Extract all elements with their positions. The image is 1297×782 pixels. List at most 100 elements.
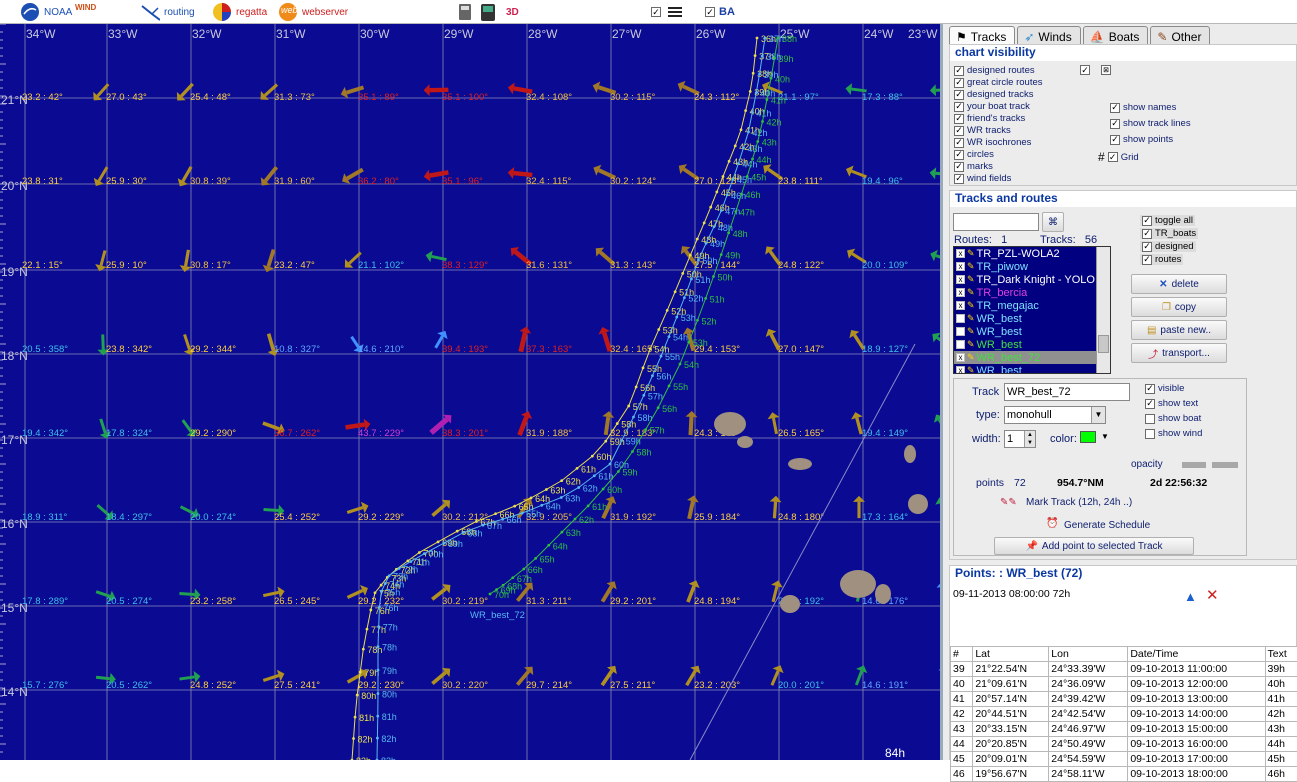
chevron-down-icon[interactable]: ▼ bbox=[1091, 407, 1105, 423]
vis-extra-checkbox[interactable] bbox=[1080, 65, 1090, 75]
display-checkbox[interactable] bbox=[1110, 135, 1120, 145]
track-list-scrollbar[interactable] bbox=[1096, 247, 1110, 374]
visibility-checkbox[interactable] bbox=[954, 174, 964, 184]
track-option-checkbox[interactable] bbox=[1145, 399, 1155, 409]
wind-button[interactable]: WIND bbox=[75, 0, 96, 24]
binoculars-button[interactable]: ⌘ bbox=[1042, 212, 1064, 232]
table-row[interactable]: 4220°44.51'N24°42.54'W09-10-2013 14:00:0… bbox=[951, 707, 1297, 722]
chart-canvas[interactable]: 34°W33°W32°W31°W30°W29°W28°W27°W26°W25°W… bbox=[0, 24, 940, 760]
list-toggle-checkbox[interactable] bbox=[1142, 229, 1152, 239]
table-row[interactable]: 4021°09.61'N24°36.09'W09-10-2013 12:00:0… bbox=[951, 677, 1297, 692]
table-row[interactable]: 4520°09.01'N24°54.59'W09-10-2013 17:00:0… bbox=[951, 752, 1297, 767]
visibility-checkbox[interactable] bbox=[954, 78, 964, 88]
routing-button[interactable]: routing bbox=[140, 0, 195, 24]
table-row[interactable]: 3921°22.54'N24°33.39'W09-10-2013 11:00:0… bbox=[951, 662, 1297, 677]
visibility-option[interactable]: wind fields bbox=[954, 173, 1011, 184]
display-checkbox[interactable] bbox=[1110, 119, 1120, 129]
visibility-checkbox[interactable] bbox=[954, 126, 964, 136]
track-list-item[interactable]: ✎WR_best bbox=[954, 325, 1110, 338]
tab-winds[interactable]: ➶Winds bbox=[1017, 26, 1080, 46]
track-option[interactable]: show wind bbox=[1145, 428, 1202, 439]
points-column-header[interactable]: Lon bbox=[1049, 647, 1128, 662]
color-dropdown-icon[interactable]: ▼ bbox=[1101, 432, 1109, 441]
tab-other[interactable]: ✎Other bbox=[1150, 26, 1210, 46]
track-visible-checkbox[interactable]: x bbox=[956, 301, 965, 310]
noaa-button[interactable]: NOAA bbox=[20, 0, 72, 24]
track-list-item[interactable]: x✎WR_best_72 bbox=[954, 351, 1110, 364]
list-toggle-checkbox[interactable] bbox=[1142, 255, 1152, 265]
list-toggle[interactable]: TR_boats bbox=[1140, 228, 1198, 239]
visibility-checkbox[interactable] bbox=[954, 66, 964, 76]
track-visible-checkbox[interactable] bbox=[956, 340, 965, 349]
points-column-header[interactable]: Date/Time bbox=[1128, 647, 1265, 662]
transport-button[interactable]: ⤴ transport... bbox=[1131, 343, 1227, 363]
track-search-input[interactable] bbox=[953, 213, 1039, 231]
track-visible-checkbox[interactable] bbox=[956, 327, 965, 336]
track-option-checkbox[interactable] bbox=[1145, 429, 1155, 439]
visibility-checkbox[interactable] bbox=[954, 138, 964, 148]
ba-checkbox[interactable] bbox=[705, 7, 715, 17]
calculator-button[interactable] bbox=[455, 0, 475, 24]
visibility-option[interactable]: friend's tracks bbox=[954, 113, 1025, 124]
visibility-option[interactable]: designed tracks bbox=[954, 89, 1034, 100]
regatta-button[interactable]: regatta bbox=[212, 0, 267, 24]
display-option[interactable]: show track lines bbox=[1110, 118, 1191, 129]
display-checkbox[interactable] bbox=[1108, 152, 1118, 162]
tab-boats[interactable]: ⛵Boats bbox=[1083, 26, 1149, 46]
track-visible-checkbox[interactable]: x bbox=[956, 249, 965, 258]
opacity-slider-b[interactable] bbox=[1212, 462, 1238, 468]
visibility-option[interactable]: great circle routes bbox=[954, 77, 1043, 88]
track-list-item[interactable]: x✎TR_bercia bbox=[954, 286, 1110, 299]
display-option[interactable]: show points bbox=[1110, 134, 1173, 145]
track-option-checkbox[interactable] bbox=[1145, 414, 1155, 424]
list-toggle-checkbox[interactable] bbox=[1142, 216, 1152, 226]
display-option[interactable]: show names bbox=[1110, 102, 1176, 113]
stepper-arrows-icon[interactable]: ▲▼ bbox=[1024, 431, 1035, 447]
delete-button[interactable]: ✕ delete bbox=[1131, 274, 1227, 294]
move-up-icon[interactable]: ▲ bbox=[1184, 589, 1197, 604]
generate-schedule-button[interactable]: ⏰ Generate Schedule bbox=[1064, 520, 1150, 531]
track-visible-checkbox[interactable]: x bbox=[956, 288, 965, 297]
track-list[interactable]: x✎TR_PZL-WOLA2x✎TR_piwowx✎TR_Dark Knight… bbox=[953, 246, 1111, 374]
opacity-slider-a[interactable] bbox=[1182, 462, 1206, 468]
track-list-item[interactable]: x✎TR_PZL-WOLA2 bbox=[954, 247, 1110, 260]
track-name-input[interactable]: WR_best_72 bbox=[1004, 383, 1130, 401]
list-toggle[interactable]: toggle all bbox=[1140, 215, 1195, 226]
points-column-header[interactable]: # bbox=[951, 647, 973, 662]
visibility-option[interactable]: WR tracks bbox=[954, 125, 1011, 136]
chart-map[interactable]: 34°W33°W32°W31°W30°W29°W28°W27°W26°W25°W… bbox=[0, 24, 940, 760]
scroll-thumb[interactable] bbox=[1098, 335, 1109, 353]
gps-button[interactable] bbox=[478, 0, 498, 24]
track-list-item[interactable]: x✎WR_best bbox=[954, 364, 1110, 374]
visibility-option[interactable]: WR isochrones bbox=[954, 137, 1031, 148]
points-column-header[interactable]: Lat bbox=[973, 647, 1049, 662]
ba-toggle[interactable]: BA bbox=[705, 0, 735, 24]
track-list-item[interactable]: ✎WR_best bbox=[954, 312, 1110, 325]
visibility-checkbox[interactable] bbox=[954, 102, 964, 112]
display-checkbox[interactable] bbox=[1110, 103, 1120, 113]
visibility-option[interactable]: designed routes bbox=[954, 65, 1035, 76]
track-visible-checkbox[interactable]: x bbox=[956, 262, 965, 271]
add-point-button[interactable]: 📌 Add point to selected Track bbox=[994, 537, 1194, 555]
track-list-item[interactable]: x✎TR_megajac bbox=[954, 299, 1110, 312]
layers-checkbox[interactable] bbox=[651, 7, 661, 17]
track-option[interactable]: visible bbox=[1145, 383, 1184, 394]
table-row[interactable]: 4120°57.14'N24°39.42'W09-10-2013 13:00:0… bbox=[951, 692, 1297, 707]
delete-point-icon[interactable]: ✕ bbox=[1206, 586, 1219, 604]
track-list-item[interactable]: x✎TR_piwow bbox=[954, 260, 1110, 273]
paste-button[interactable]: ▤ paste new.. bbox=[1131, 320, 1227, 340]
track-option-checkbox[interactable] bbox=[1145, 384, 1155, 394]
webserver-button[interactable]: web webserver bbox=[278, 0, 348, 24]
copy-button[interactable]: ❐ copy bbox=[1131, 297, 1227, 317]
vis-extra-grid-checkbox[interactable]: ⊠ bbox=[1101, 65, 1111, 75]
track-visible-checkbox[interactable]: x bbox=[956, 353, 965, 362]
track-visible-checkbox[interactable] bbox=[956, 314, 965, 323]
display-option[interactable]: #Grid bbox=[1098, 150, 1139, 164]
visibility-checkbox[interactable] bbox=[954, 114, 964, 124]
track-list-item[interactable]: ✎WR_best bbox=[954, 338, 1110, 351]
type-select[interactable]: monohull ▼ bbox=[1004, 406, 1106, 424]
visibility-checkbox[interactable] bbox=[954, 90, 964, 100]
list-toggle-checkbox[interactable] bbox=[1142, 242, 1152, 252]
track-list-item[interactable]: x✎TR_Dark Knight - YOLO bbox=[954, 273, 1110, 286]
track-option[interactable]: show boat bbox=[1145, 413, 1201, 424]
